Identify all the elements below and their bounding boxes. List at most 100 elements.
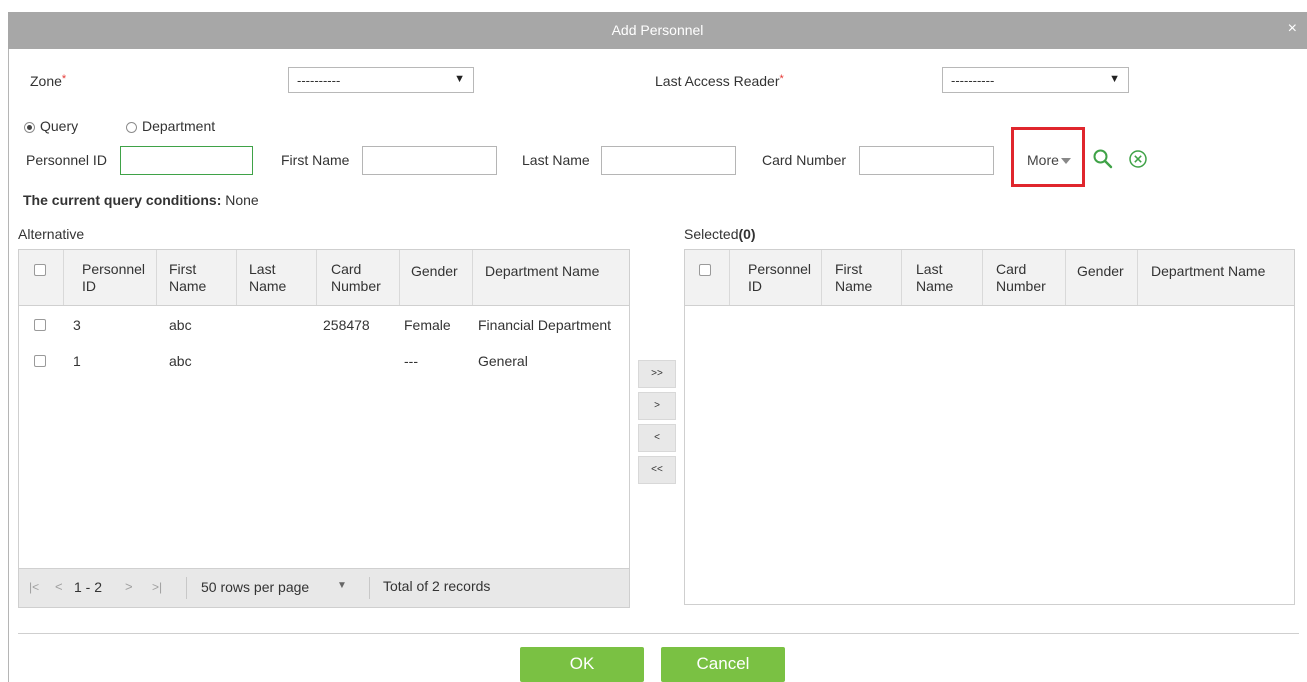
col-gender[interactable]: Gender	[1077, 263, 1124, 280]
radio-query[interactable]: Query	[24, 118, 78, 134]
col-personnel-id[interactable]: Personnel ID	[82, 261, 145, 295]
cell-department: General	[478, 353, 528, 369]
selected-title-text: Selected	[684, 226, 739, 242]
first-page-icon[interactable]: |<	[29, 580, 39, 594]
query-conditions: The current query conditions: None	[23, 192, 259, 208]
alternative-title: Alternative	[18, 226, 85, 242]
reader-label: Last Access Reader*	[655, 73, 784, 89]
dropdown-arrow-icon: ▼	[454, 73, 465, 85]
dropdown-arrow-icon: ▼	[1109, 73, 1120, 85]
personnel-id-label: Personnel ID	[26, 152, 107, 168]
col-first-name[interactable]: First Name	[169, 261, 206, 295]
selected-table: Personnel ID First Name Last Name Card N…	[684, 249, 1295, 605]
column-divider	[982, 250, 983, 305]
move-all-left-button[interactable]: <<	[638, 456, 676, 484]
select-all-checkbox[interactable]	[699, 264, 711, 276]
cell-gender: ---	[404, 353, 418, 369]
radio-unchecked-icon	[126, 122, 137, 133]
column-divider	[399, 250, 400, 305]
cell-gender: Female	[404, 317, 451, 333]
dialog-title: Add Personnel	[611, 22, 704, 38]
col-card-number[interactable]: Card Number	[996, 261, 1046, 295]
zone-select-value: ----------	[297, 73, 341, 88]
close-icon[interactable]: ×	[1288, 20, 1297, 38]
dialog-border	[8, 49, 9, 682]
footer-divider	[18, 633, 1299, 634]
card-number-label: Card Number	[762, 152, 847, 168]
radio-department[interactable]: Department	[126, 118, 215, 134]
column-divider	[316, 250, 317, 305]
selected-title: Selected(0)	[684, 226, 756, 242]
last-name-label: Last Name	[522, 152, 590, 168]
move-right-button[interactable]: >	[638, 392, 676, 420]
zone-label-text: Zone	[30, 73, 62, 89]
cell-personnel-id: 3	[73, 317, 81, 333]
radio-query-label: Query	[40, 118, 79, 134]
col-last-name[interactable]: Last Name	[249, 261, 286, 295]
row-checkbox[interactable]	[34, 355, 46, 367]
move-all-right-button[interactable]: >>	[638, 360, 676, 388]
last-name-input[interactable]	[601, 146, 736, 175]
col-department-name[interactable]: Department Name	[485, 263, 599, 280]
cell-department: Financial Department	[478, 317, 612, 333]
column-divider	[901, 250, 902, 305]
total-records: Total of 2 records	[383, 578, 491, 594]
cell-first-name: abc	[169, 317, 192, 333]
column-divider	[729, 250, 730, 305]
move-left-button[interactable]: <	[638, 424, 676, 452]
col-department-name[interactable]: Department Name	[1151, 263, 1265, 280]
personnel-id-input[interactable]	[120, 146, 253, 175]
cell-personnel-id: 1	[73, 353, 81, 369]
col-personnel-id[interactable]: Personnel ID	[748, 261, 811, 295]
zone-select[interactable]: ---------- ▼	[288, 67, 474, 93]
clear-icon[interactable]	[1128, 149, 1148, 169]
pager-divider	[186, 577, 187, 599]
more-button[interactable]: More	[1027, 152, 1071, 168]
column-divider	[63, 250, 64, 305]
more-label: More	[1027, 152, 1059, 168]
first-name-label: First Name	[281, 152, 350, 168]
column-divider	[472, 250, 473, 305]
required-mark: *	[61, 73, 67, 85]
table-header: Personnel ID First Name Last Name Card N…	[685, 250, 1294, 306]
column-divider	[821, 250, 822, 305]
first-name-input[interactable]	[362, 146, 497, 175]
col-card-number[interactable]: Card Number	[331, 261, 381, 295]
search-icon[interactable]	[1092, 148, 1114, 170]
query-conditions-label: The current query conditions:	[23, 192, 222, 208]
table-header: Personnel ID First Name Last Name Card N…	[19, 250, 629, 306]
required-mark: *	[779, 73, 784, 85]
column-divider	[156, 250, 157, 305]
query-conditions-value: None	[225, 192, 259, 208]
reader-select-value: ----------	[951, 73, 995, 88]
column-divider	[1137, 250, 1138, 305]
zone-label: Zone*	[30, 73, 66, 89]
row-checkbox[interactable]	[34, 319, 46, 331]
chevron-down-icon	[1060, 158, 1071, 164]
prev-page-icon[interactable]: <	[55, 579, 63, 594]
dropdown-arrow-icon[interactable]: ▼	[337, 580, 347, 591]
column-divider	[236, 250, 237, 305]
col-first-name[interactable]: First Name	[835, 261, 872, 295]
alternative-table: Personnel ID First Name Last Name Card N…	[18, 249, 630, 608]
col-last-name[interactable]: Last Name	[916, 261, 953, 295]
pager-divider	[369, 577, 370, 599]
reader-label-text: Last Access Reader	[655, 73, 780, 89]
rows-per-page-select[interactable]: 50 rows per page	[201, 579, 309, 595]
card-number-input[interactable]	[859, 146, 994, 175]
radio-checked-icon	[24, 122, 35, 133]
dialog-title-bar: Add Personnel ×	[8, 12, 1307, 49]
ok-button[interactable]: OK	[520, 647, 644, 682]
last-page-icon[interactable]: >|	[152, 580, 162, 594]
column-divider	[1065, 250, 1066, 305]
cancel-button[interactable]: Cancel	[661, 647, 785, 682]
reader-select[interactable]: ---------- ▼	[942, 67, 1129, 93]
pagination-bar: |< < 1 - 2 > >| 50 rows per page ▼ Total…	[19, 568, 629, 607]
cell-card-number: 258478	[323, 317, 370, 333]
col-gender[interactable]: Gender	[411, 263, 458, 280]
select-all-checkbox[interactable]	[34, 264, 46, 276]
cell-first-name: abc	[169, 353, 192, 369]
page-range: 1 - 2	[74, 579, 103, 595]
next-page-icon[interactable]: >	[125, 579, 133, 594]
radio-department-label: Department	[142, 118, 216, 134]
